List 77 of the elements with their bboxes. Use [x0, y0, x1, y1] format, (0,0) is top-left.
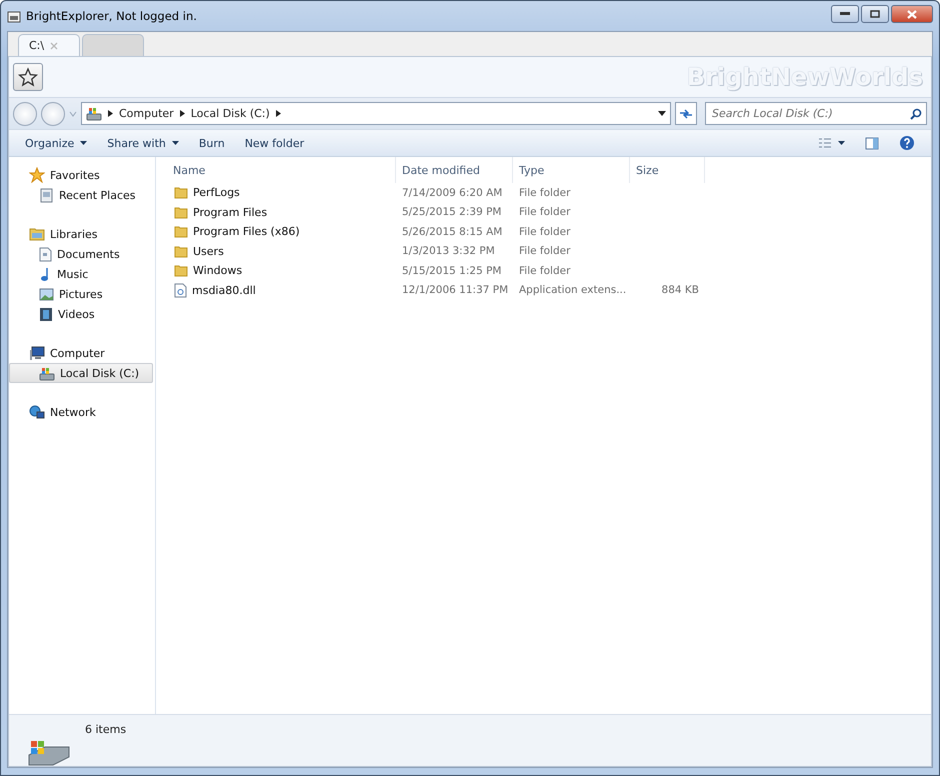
file-icon: [174, 282, 187, 298]
date-cell: 5/15/2015 1:25 PM: [402, 264, 502, 277]
disk-drive-icon: [39, 366, 55, 380]
sidebar-item[interactable]: Pictures: [9, 284, 153, 304]
window-title: BrightExplorer, Not logged in.: [26, 9, 198, 23]
star-icon: [29, 167, 45, 183]
date-cell: 1/3/2013 3:32 PM: [402, 245, 495, 258]
folder-icon: [174, 264, 188, 278]
brand-logo: BrightNewWorlds: [686, 63, 923, 91]
sidebar-item[interactable]: Music: [9, 264, 153, 284]
type-cell: File folder: [519, 206, 570, 218]
chevron-icon[interactable]: [108, 110, 113, 117]
sidebar-item[interactable]: Recent Places: [9, 185, 153, 205]
help-icon: [899, 135, 915, 151]
chevron-icon[interactable]: [180, 110, 185, 117]
date-cell: 12/1/2006 11:37 PM: [402, 284, 508, 296]
file-name[interactable]: Program Files (x86): [193, 225, 300, 238]
close-icon: [907, 10, 917, 18]
toolbar-button[interactable]: New folder: [236, 132, 312, 154]
search-field[interactable]: Search Local Disk (C:): [705, 102, 927, 125]
computer-icon: [29, 346, 45, 360]
minimize-icon: [840, 12, 850, 16]
file-name[interactable]: Program Files: [193, 206, 268, 219]
caret-icon: [838, 141, 845, 145]
star-icon: [18, 67, 38, 87]
type-cell: Application extens...: [519, 284, 626, 296]
sidebar-item[interactable]: Videos: [9, 304, 153, 324]
search-icon[interactable]: [910, 108, 922, 120]
address-bar[interactable]: Computer Local Disk (C:): [81, 102, 671, 125]
chevron-icon[interactable]: [276, 110, 281, 117]
file-name[interactable]: msdia80.dll: [192, 284, 256, 297]
sidebar-item[interactable]: Libraries: [9, 224, 153, 244]
breadcrumb[interactable]: Computer: [119, 107, 174, 120]
toolbar-button[interactable]: Share with: [99, 132, 187, 154]
maximize-icon: [870, 10, 880, 18]
folder-icon: [174, 186, 188, 200]
toolbar-button[interactable]: Organize: [17, 132, 96, 154]
sidebar-item[interactable]: Local Disk (C:): [9, 363, 153, 383]
type-cell: File folder: [519, 186, 570, 199]
date-cell: 5/26/2015 8:15 AM: [402, 226, 502, 238]
maximize-button[interactable]: [861, 5, 889, 23]
breadcrumb[interactable]: Local Disk (C:): [190, 107, 270, 120]
folder-icon: [174, 206, 188, 219]
type-cell: File folder: [519, 226, 570, 238]
date-cell: 7/14/2009 6:20 AM: [402, 186, 502, 199]
refresh-button[interactable]: [675, 102, 697, 125]
tab[interactable]: C:\: [18, 34, 80, 56]
date-cell: 5/25/2015 2:39 PM: [402, 206, 502, 218]
dropdown-icon[interactable]: [658, 111, 666, 116]
item-count: 6 items: [85, 723, 126, 738]
sidebar-item[interactable]: Documents: [9, 244, 153, 264]
sidebar-item[interactable]: Computer: [9, 343, 153, 363]
pictures-icon: [39, 288, 54, 300]
folder-icon: [174, 244, 188, 258]
recent-places-icon: [39, 188, 54, 202]
minimize-button[interactable]: [831, 5, 859, 23]
file-name[interactable]: Users: [193, 244, 224, 258]
details-view-icon: [818, 137, 832, 149]
folder-icon: [174, 225, 188, 238]
disk-drive-icon: [86, 106, 102, 121]
type-cell: File folder: [519, 264, 570, 277]
bookmark-button[interactable]: [13, 63, 43, 91]
sidebar-item[interactable]: Network: [9, 402, 153, 422]
file-name[interactable]: PerfLogs: [193, 186, 240, 200]
window-icon: [7, 10, 21, 22]
document-icon: [39, 246, 52, 262]
library-icon: [29, 227, 45, 241]
pane-icon: [865, 136, 879, 150]
film-icon: [39, 306, 53, 322]
type-cell: File folder: [519, 245, 570, 258]
file-name[interactable]: Windows: [193, 264, 242, 278]
size-cell: 884 KB: [662, 284, 699, 296]
close-button[interactable]: [891, 5, 933, 23]
network-icon: [29, 404, 45, 420]
refresh-icon: [679, 108, 693, 120]
toolbar-button[interactable]: Burn: [190, 132, 233, 154]
sidebar-item[interactable]: Favorites: [9, 165, 153, 185]
